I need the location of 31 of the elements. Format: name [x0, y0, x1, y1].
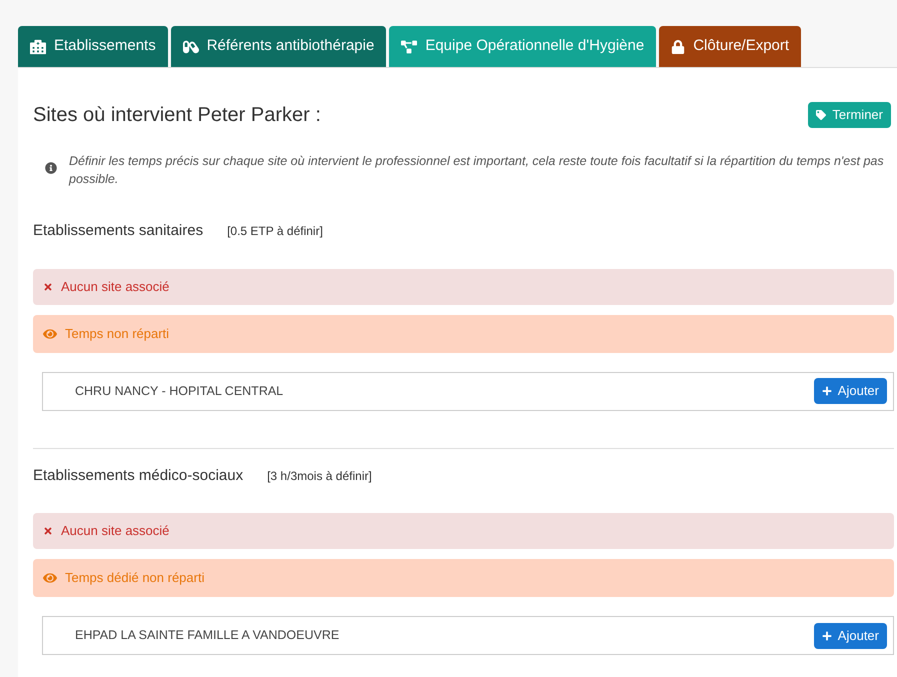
cross-icon: [43, 526, 53, 536]
eye-icon: [43, 571, 57, 585]
pill-icon: [182, 38, 199, 54]
finish-button[interactable]: Terminer: [808, 102, 891, 128]
quota-text: [3 h/3mois à définir]: [267, 468, 372, 485]
tag-icon: [816, 110, 826, 120]
cross-icon: [43, 282, 53, 292]
alert-text: Aucun site associé: [61, 278, 170, 296]
network-icon: [401, 38, 418, 54]
plus-icon: [822, 630, 832, 640]
info-icon: [45, 162, 57, 174]
alert-text: Temps non réparti: [65, 324, 170, 343]
quota-text: [0.5 ETP à définir]: [227, 223, 323, 240]
info-text: Définir les temps précis sur chaque site où intervient le professionnel est important, cela reste toute fois facultatif si la répartition du temps n'est pas possible.: [69, 153, 885, 188]
tab[interactable]: Equipe Opérationnelle d'Hygiène: [389, 26, 656, 67]
section-title: Etablissements médico-sociaux: [33, 466, 244, 486]
section-title: Etablissements sanitaires: [33, 221, 204, 241]
site-name: CHRU NANCY - HOPITAL CENTRAL: [75, 382, 284, 400]
tab[interactable]: Clôture/Export: [659, 26, 802, 67]
alert-text: Aucun site associé: [61, 522, 170, 540]
tab[interactable]: Référents antibiothérapie: [170, 26, 386, 67]
site-name: EHPAD LA SAINTE FAMILLE A VANDOEUVRE: [75, 627, 340, 644]
add-button[interactable]: Ajouter: [814, 622, 887, 648]
add-button[interactable]: Ajouter: [814, 378, 887, 404]
plus-icon: [822, 386, 832, 396]
alert-text: Temps dédié non réparti: [65, 569, 204, 588]
building-icon: [30, 38, 46, 54]
tab[interactable]: Etablissements: [18, 26, 168, 67]
eye-icon: [43, 326, 57, 340]
page-title: Sites où intervient Peter Parker :: [33, 103, 321, 128]
lock-icon: [671, 40, 686, 54]
